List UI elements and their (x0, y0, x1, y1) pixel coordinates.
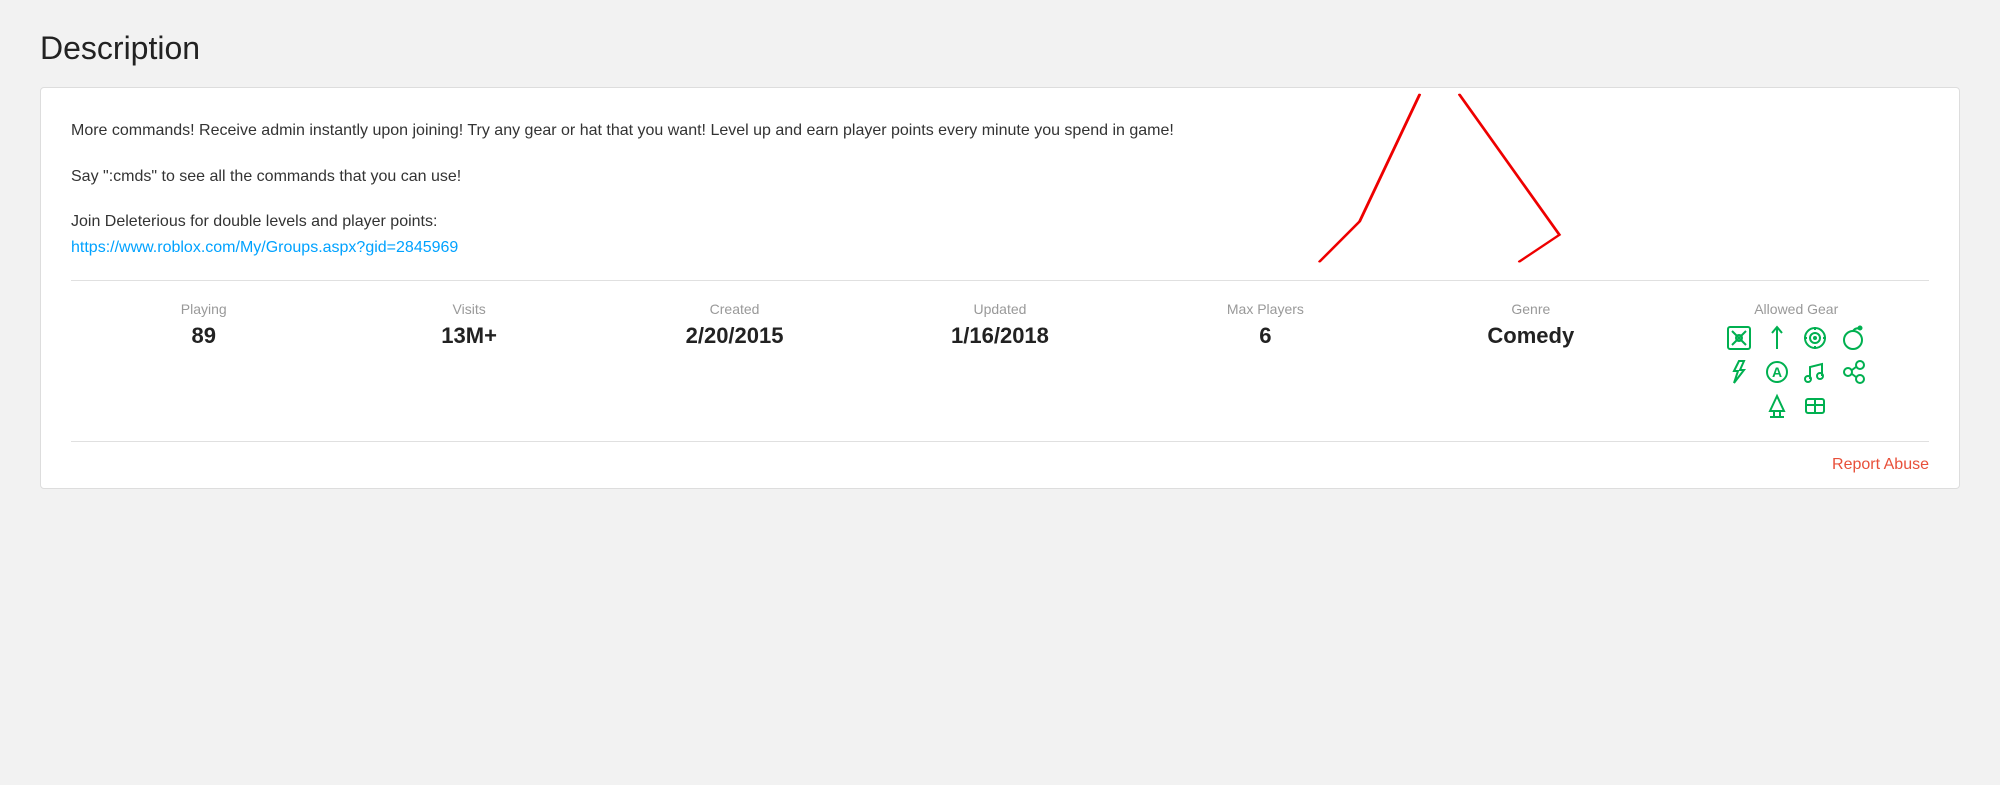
stats-row: Playing 89 Visits 13M+ Created 2/20/2015… (71, 281, 1929, 442)
gear-powerup-icon (1724, 357, 1754, 387)
gear-social2-icon (1838, 357, 1868, 387)
gear-row-2: A (1724, 357, 1868, 387)
stat-genre-label: Genre (1511, 301, 1550, 317)
stat-visits-label: Visits (453, 301, 486, 317)
stat-allowed-gear-label: Allowed Gear (1754, 301, 1838, 317)
gear-icons-container: A (1724, 323, 1868, 421)
stat-updated: Updated 1/16/2018 (867, 301, 1132, 349)
stat-visits-value: 13M+ (441, 323, 497, 349)
gear-navigation-icon (1762, 323, 1792, 353)
description-paragraph1: More commands! Receive admin instantly u… (71, 118, 1929, 144)
stat-updated-label: Updated (974, 301, 1027, 317)
stat-max-players-label: Max Players (1227, 301, 1304, 317)
svg-text:A: A (1772, 364, 1782, 380)
stat-max-players: Max Players 6 (1133, 301, 1398, 349)
report-abuse-button[interactable]: Report Abuse (1832, 456, 1929, 474)
stat-updated-value: 1/16/2018 (951, 323, 1049, 349)
stat-genre: Genre Comedy (1398, 301, 1663, 349)
description-paragraph2: Say ":cmds" to see all the commands that… (71, 164, 1929, 190)
description-paragraph3: Join Deleterious for double levels and p… (71, 209, 1929, 260)
stat-playing-label: Playing (181, 301, 227, 317)
footer-row: Report Abuse (71, 442, 1929, 488)
gear-building-icon (1762, 391, 1792, 421)
stat-genre-value: Comedy (1487, 323, 1574, 349)
page-title: Description (40, 30, 1960, 67)
gear-row-1 (1724, 323, 1868, 353)
stat-allowed-gear: Allowed Gear (1664, 301, 1929, 421)
stat-created-label: Created (710, 301, 760, 317)
group-link[interactable]: https://www.roblox.com/My/Groups.aspx?gi… (71, 239, 458, 256)
gear-row-3 (1762, 391, 1830, 421)
stat-playing-value: 89 (191, 323, 215, 349)
description-box: More commands! Receive admin instantly u… (40, 87, 1960, 489)
stat-created: Created 2/20/2015 (602, 301, 867, 349)
stat-playing: Playing 89 (71, 301, 336, 349)
gear-social-icon: A (1762, 357, 1792, 387)
gear-explosive-icon (1838, 323, 1868, 353)
stat-created-value: 2/20/2015 (686, 323, 784, 349)
stat-max-players-value: 6 (1259, 323, 1271, 349)
gear-musical-icon (1800, 357, 1830, 387)
stat-visits: Visits 13M+ (336, 301, 601, 349)
gear-ranged-icon (1800, 323, 1830, 353)
gear-terrain-icon (1800, 391, 1830, 421)
gear-melee-icon (1724, 323, 1754, 353)
